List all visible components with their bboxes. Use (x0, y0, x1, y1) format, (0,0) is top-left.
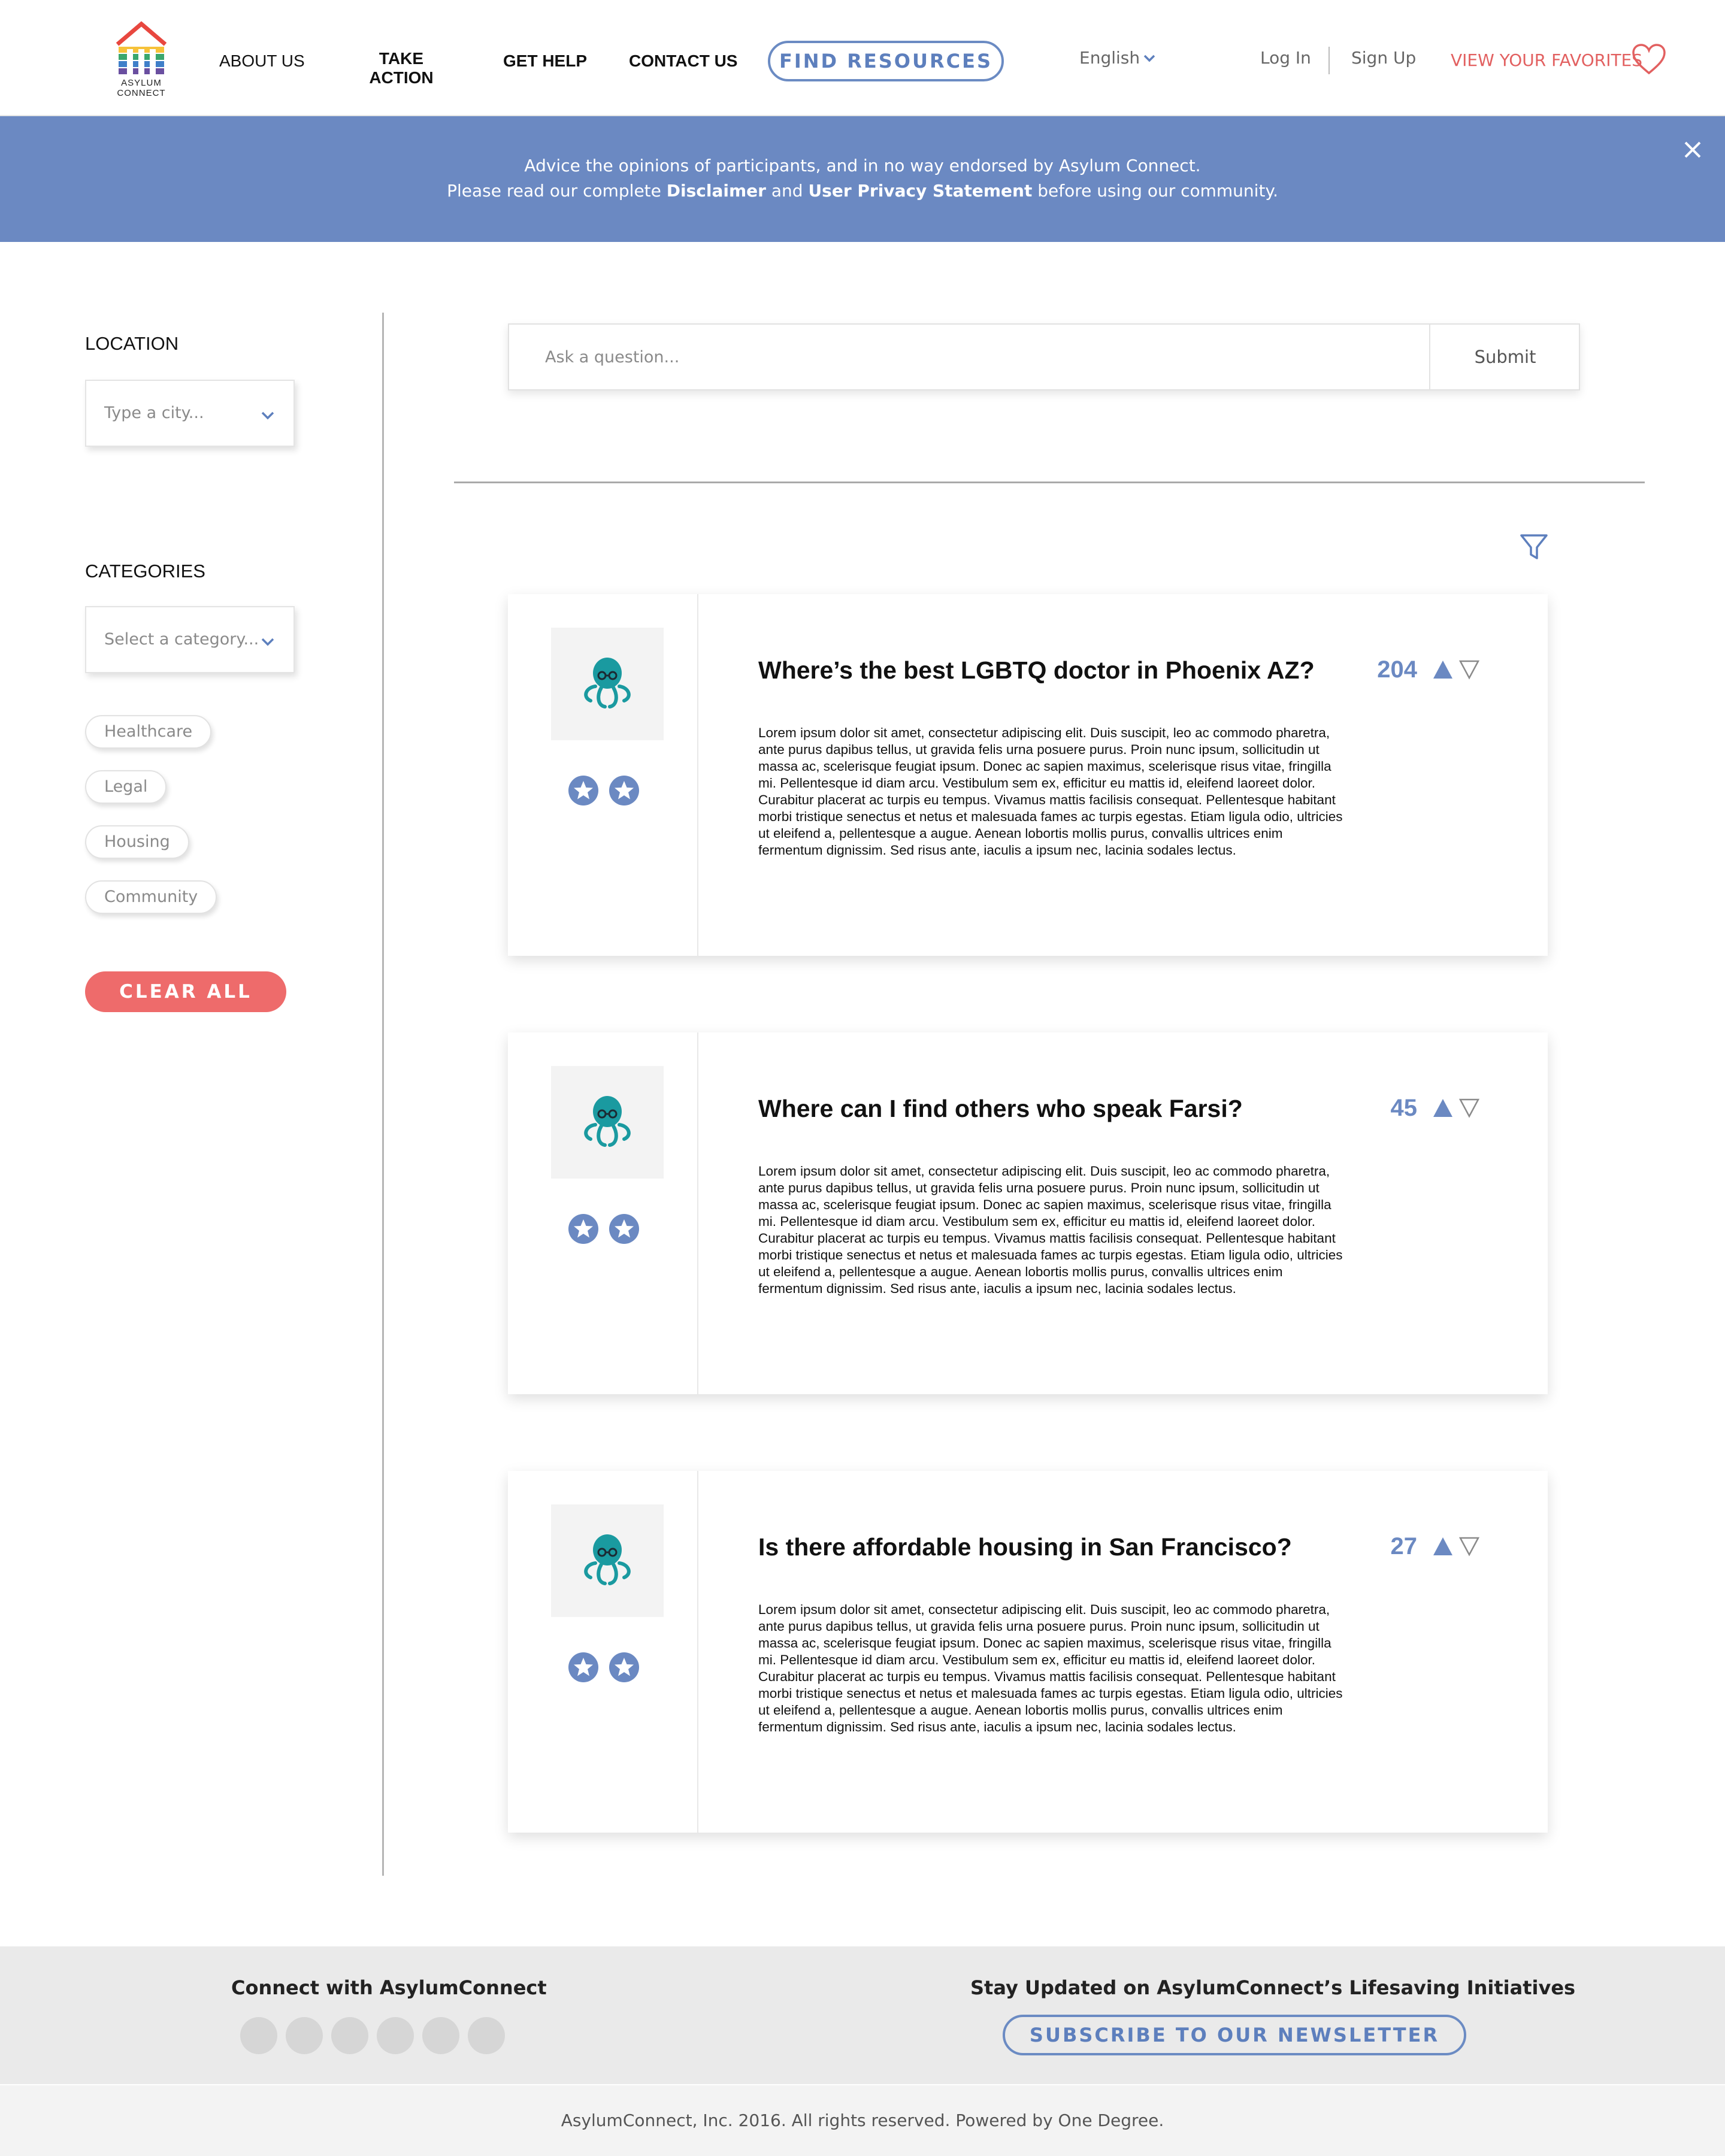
signup-link[interactable]: Sign Up (1351, 48, 1416, 68)
location-placeholder: Type a city... (104, 404, 204, 422)
logo-text-asylum: ASYLUM (121, 78, 162, 88)
category-chip-community[interactable]: Community (85, 880, 217, 914)
language-selector[interactable]: English (1079, 48, 1140, 68)
post-body: Lorem ipsum dolor sit amet, consectetur … (758, 1164, 1343, 1296)
nav-about-us[interactable]: ABOUT US (219, 52, 305, 71)
find-resources-button[interactable]: FIND RESOURCES (768, 41, 1004, 81)
category-chip-housing[interactable]: Housing (85, 825, 189, 859)
social-icon[interactable] (377, 2017, 414, 2054)
clear-all-button[interactable]: CLEAR ALL (85, 971, 286, 1012)
banner-text: Please read our complete (447, 181, 667, 201)
close-icon[interactable] (1682, 139, 1703, 161)
star-badge-icon (609, 1214, 639, 1244)
nav-take-action-line2: ACTION (369, 68, 434, 87)
avatar[interactable] (551, 1066, 664, 1179)
card-divider (697, 1471, 698, 1833)
logo-wordmark: ASYLUM CONNECT (114, 78, 169, 98)
category-select[interactable]: Select a category... (85, 606, 295, 673)
card-divider (697, 594, 698, 956)
house-rainbow-logo-icon (116, 21, 167, 75)
nav-get-help[interactable]: GET HELP (503, 52, 587, 71)
star-badge-icon (568, 1652, 598, 1682)
star-badge-icon (568, 776, 598, 806)
categories-label: CATEGORIES (85, 561, 205, 582)
triangle-up-icon[interactable] (1432, 659, 1454, 680)
post-body: Lorem ipsum dolor sit amet, consectetur … (758, 725, 1343, 858)
privacy-statement-link[interactable]: User Privacy Statement (808, 181, 1032, 201)
banner-text: and (765, 181, 809, 201)
post-title[interactable]: Where’s the best LGBTQ doctor in Phoenix… (758, 656, 1315, 685)
nav-take-action-line1: TAKE (379, 49, 424, 68)
heart-icon[interactable] (1632, 43, 1666, 75)
disclaimer-link[interactable]: Disclaimer (667, 181, 766, 201)
banner-text: before using our community. (1032, 181, 1278, 201)
post-title[interactable]: Where can I find others who speak Farsi? (758, 1095, 1243, 1123)
subscribe-newsletter-button[interactable]: SUBSCRIBE TO OUR NEWSLETTER (1003, 2015, 1466, 2055)
avatar[interactable] (551, 1504, 664, 1617)
login-link[interactable]: Log In (1260, 48, 1311, 68)
view-favorites-link[interactable]: VIEW YOUR FAVORITES (1451, 50, 1642, 70)
triangle-down-icon[interactable] (1458, 1097, 1481, 1119)
ask-question-form: Submit (508, 323, 1580, 390)
location-select[interactable]: Type a city... (85, 380, 295, 447)
connect-title: Connect with AsylumConnect (231, 1976, 547, 1999)
card-divider (697, 1032, 698, 1394)
post-body: Lorem ipsum dolor sit amet, consectetur … (758, 1602, 1343, 1734)
chevron-down-icon (261, 411, 274, 420)
vote-count: 27 (1390, 1533, 1418, 1560)
site-header: ASYLUM CONNECT ABOUT US TAKE ACTION GET … (0, 0, 1725, 116)
post-title[interactable]: Is there affordable housing in San Franc… (758, 1533, 1292, 1561)
category-chip-legal[interactable]: Legal (85, 770, 167, 804)
avatar[interactable] (551, 628, 664, 740)
logo-text-connect: CONNECT (117, 88, 166, 98)
chevron-down-icon[interactable] (1143, 52, 1156, 65)
asylum-connect-logo[interactable]: ASYLUM CONNECT (114, 20, 169, 102)
social-icon[interactable] (286, 2017, 323, 2054)
triangle-down-icon[interactable] (1458, 1536, 1481, 1557)
vote-count: 45 (1390, 1095, 1418, 1121)
category-chip-healthcare[interactable]: Healthcare (85, 715, 212, 749)
vote-count: 204 (1377, 656, 1417, 683)
octopus-avatar-icon (584, 1534, 631, 1585)
banner-line-2: Please read our complete Disclaimer and … (0, 178, 1725, 204)
social-icon[interactable] (240, 2017, 277, 2054)
octopus-avatar-icon (584, 658, 631, 708)
location-label: LOCATION (85, 333, 179, 354)
post-card: Where can I find others who speak Farsi?… (508, 1032, 1548, 1394)
content-divider (454, 482, 1645, 483)
submit-question-button[interactable]: Submit (1429, 325, 1580, 389)
post-card: Where’s the best LGBTQ doctor in Phoenix… (508, 594, 1548, 956)
star-badge-icon (609, 776, 639, 806)
disclaimer-banner: Advice the opinions of participants, and… (0, 116, 1725, 242)
social-icon[interactable] (468, 2017, 505, 2054)
triangle-up-icon[interactable] (1432, 1536, 1454, 1557)
ask-question-input[interactable] (509, 325, 1429, 389)
nav-take-action[interactable]: TAKE ACTION (364, 49, 438, 87)
star-badge-icon (568, 1214, 598, 1244)
newsletter-title: Stay Updated on AsylumConnect’s Lifesavi… (970, 1976, 1576, 1999)
star-badge-icon (609, 1652, 639, 1682)
filter-icon[interactable] (1519, 532, 1549, 562)
banner-line-1: Advice the opinions of participants, and… (524, 156, 1201, 175)
social-icon[interactable] (422, 2017, 459, 2054)
nav-contact-us[interactable]: CONTACT US (629, 52, 737, 71)
site-footer: Connect with AsylumConnect Stay Updated … (0, 1946, 1725, 2084)
header-divider (1328, 47, 1330, 74)
social-icon[interactable] (331, 2017, 368, 2054)
post-card: Is there affordable housing in San Franc… (508, 1471, 1548, 1833)
sidebar-divider (382, 313, 384, 1876)
triangle-down-icon[interactable] (1458, 659, 1481, 680)
octopus-avatar-icon (584, 1096, 631, 1147)
triangle-up-icon[interactable] (1432, 1097, 1454, 1119)
copyright-text: AsylumConnect, Inc. 2016. All rights res… (0, 2085, 1725, 2156)
chevron-down-icon (261, 638, 274, 646)
category-placeholder: Select a category... (104, 630, 259, 649)
